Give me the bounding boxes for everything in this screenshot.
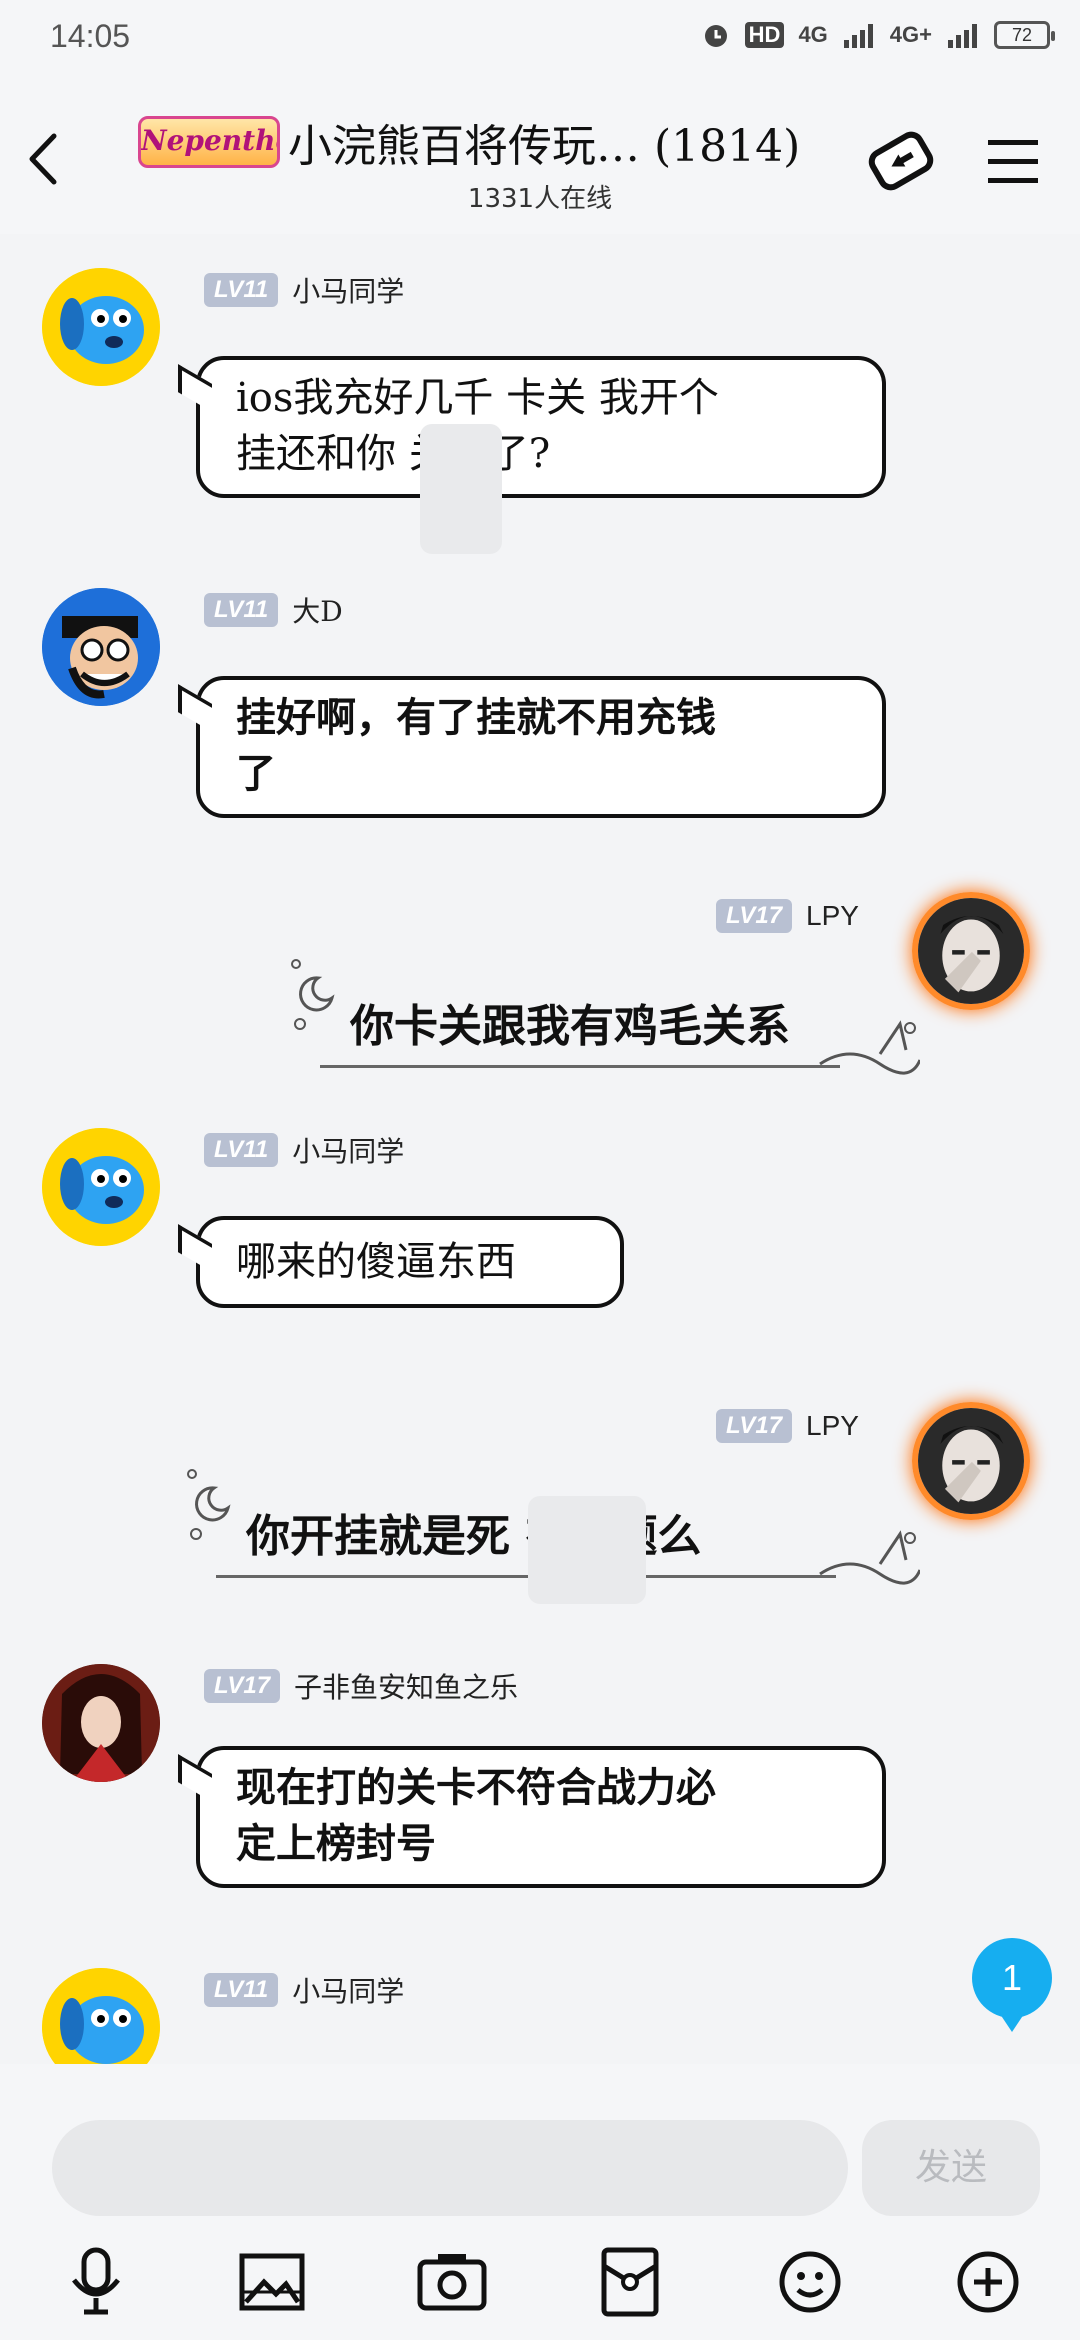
message-text-line: 现在打的关卡不符合战力必 <box>236 1764 716 1811</box>
signal-bars-icon <box>843 24 873 48</box>
image-icon <box>239 2253 305 2311</box>
message-text-line: 挂还和你 关联了? <box>236 431 551 477</box>
blue-dog-avatar-icon <box>42 1128 160 1246</box>
more-button[interactable] <box>948 2242 1028 2322</box>
message-text-line: 定上榜封号 <box>236 1820 436 1867</box>
sender-name[interactable]: 小马同学 <box>292 1970 404 2010</box>
blue-dog-avatar-icon <box>42 268 160 386</box>
battery-indicator: 72 <box>994 21 1055 49</box>
camera-button[interactable] <box>412 2242 492 2322</box>
menu-button[interactable] <box>966 116 1056 206</box>
whale-wave-decoration-icon <box>819 1020 920 1075</box>
status-bar: 14:05 HD 4G 4G+ 72 <box>0 0 1080 84</box>
level-badge: LV11 <box>204 273 279 307</box>
redaction-patch <box>420 424 502 554</box>
level-badge: LV17 <box>716 1409 793 1443</box>
level-badge: LV11 <box>204 1973 279 2007</box>
sender-row: LV17 子非鱼安知鱼之乐 <box>204 1666 518 1706</box>
avatar[interactable] <box>42 1128 160 1246</box>
level-badge: LV11 <box>204 593 279 627</box>
status-time: 14:05 <box>50 18 131 54</box>
message-text-line: 哪来的傻逼东西 <box>236 1239 516 1285</box>
hd-icon: HD <box>744 22 785 48</box>
ancient-warrior-avatar-icon <box>42 1664 160 1782</box>
share-button[interactable] <box>856 116 946 206</box>
chat-header: Nepenthe 小浣熊百将传玩… (1814) 1331人在线 <box>0 84 1080 234</box>
signal-bars-icon-2 <box>948 24 977 48</box>
red-packet-icon <box>601 2247 659 2317</box>
message-text-line: 了 <box>236 750 276 797</box>
red-packet-button[interactable] <box>590 2242 670 2322</box>
sender-name[interactable]: LPY <box>806 1410 859 1442</box>
message-text: 你卡关跟我有鸡毛关系 <box>350 1001 790 1052</box>
message-item: LV11 大D 挂好啊，有了挂就不用充钱 了 <box>0 554 1080 818</box>
sender-row: LV11 小马同学 <box>204 1130 404 1170</box>
level-badge: LV11 <box>204 1133 279 1167</box>
blue-dog-avatar-icon <box>42 1968 160 2064</box>
sender-name[interactable]: 大D <box>292 590 342 630</box>
camera-icon <box>417 2254 487 2311</box>
plus-icon <box>957 2251 1019 2313</box>
emoji-icon <box>779 2251 841 2313</box>
group-title[interactable]: 小浣熊百将传玩… (1814) <box>288 110 800 174</box>
chat-message-list[interactable]: LV11 小马同学 ios我充好几千 卡关 我开个 挂还和你 关联了? LV11… <box>0 234 1080 2064</box>
message-item: LV11 小马同学 <box>0 1948 1080 2064</box>
message-item: LV11 小马同学 哪来的傻逼东西 <box>0 1094 1080 1314</box>
level-badge: LV17 <box>716 899 793 933</box>
hamburger-menu-icon <box>988 140 1038 183</box>
avatar[interactable] <box>42 1968 160 2064</box>
whale-wave-decoration-icon <box>819 1530 920 1585</box>
unread-count-badge[interactable]: 1 <box>972 1938 1052 2032</box>
sender-name[interactable]: 小马同学 <box>292 1130 404 1170</box>
4g-plus-signal-icon: 4G+ <box>889 22 932 47</box>
level-badge: LV17 <box>204 1669 281 1703</box>
4g-signal-icon: 4G <box>798 22 828 47</box>
illustrated-man-avatar-icon <box>918 1408 1024 1514</box>
message-bubble[interactable]: 现在打的关卡不符合战力必 定上榜封号 <box>196 1746 886 1888</box>
alarm-icon <box>704 25 727 47</box>
input-area: 发送 <box>0 2064 1080 2340</box>
decorated-message-bubble[interactable]: 你卡关跟我有鸡毛关系 <box>280 954 920 1094</box>
avatar[interactable] <box>42 1664 160 1782</box>
moon-stars-decoration-icon <box>291 959 335 1030</box>
redaction-patch <box>528 1496 646 1604</box>
sender-row: LV11 小马同学 <box>204 1970 404 2010</box>
cartoon-man-avatar-icon <box>42 588 160 706</box>
decoration-line <box>320 1065 840 1068</box>
decoration-line <box>216 1575 836 1578</box>
avatar[interactable] <box>912 1402 1030 1520</box>
message-input[interactable] <box>52 2120 848 2216</box>
sender-row: LV17 LPY <box>716 1406 859 1446</box>
message-item: LV17 LPY 你开挂就是死 有问题么 <box>0 1384 1080 1604</box>
microphone-icon <box>72 2247 120 2315</box>
image-button[interactable] <box>232 2242 312 2322</box>
sender-row: LV11 小马同学 <box>204 270 404 310</box>
sender-row: LV17 LPY <box>716 896 859 936</box>
status-icons: HD 4G 4G+ 72 <box>701 20 1055 50</box>
send-button[interactable]: 发送 <box>862 2120 1040 2216</box>
voice-button[interactable] <box>56 2242 136 2322</box>
message-item: LV17 LPY 你卡关跟我有鸡毛关系 <box>0 874 1080 1094</box>
illustrated-man-avatar-icon <box>918 898 1024 1004</box>
input-toolbar <box>0 2242 1080 2332</box>
avatar[interactable] <box>912 892 1030 1010</box>
share-icon <box>868 131 934 191</box>
group-logo: Nepenthe <box>138 116 280 168</box>
message-item: LV11 小马同学 ios我充好几千 卡关 我开个 挂还和你 关联了? <box>0 234 1080 554</box>
sender-name[interactable]: 小马同学 <box>292 270 404 310</box>
message-text-line: ios我充好几千 卡关 我开个 <box>236 375 719 421</box>
message-bubble[interactable]: 哪来的傻逼东西 <box>196 1216 624 1308</box>
message-bubble[interactable]: 挂好啊，有了挂就不用充钱 了 <box>196 676 886 818</box>
message-item: LV17 子非鱼安知鱼之乐 现在打的关卡不符合战力必 定上榜封号 <box>0 1634 1080 1888</box>
message-bubble[interactable]: ios我充好几千 卡关 我开个 挂还和你 关联了? <box>196 356 886 498</box>
moon-stars-decoration-icon <box>187 1469 231 1540</box>
sender-row: LV11 大D <box>204 590 343 630</box>
sender-name[interactable]: LPY <box>806 900 859 932</box>
emoji-button[interactable] <box>770 2242 850 2322</box>
sender-name[interactable]: 子非鱼安知鱼之乐 <box>294 1666 518 1706</box>
avatar[interactable] <box>42 588 160 706</box>
avatar[interactable] <box>42 268 160 386</box>
message-text-line: 挂好啊，有了挂就不用充钱 <box>236 694 716 741</box>
